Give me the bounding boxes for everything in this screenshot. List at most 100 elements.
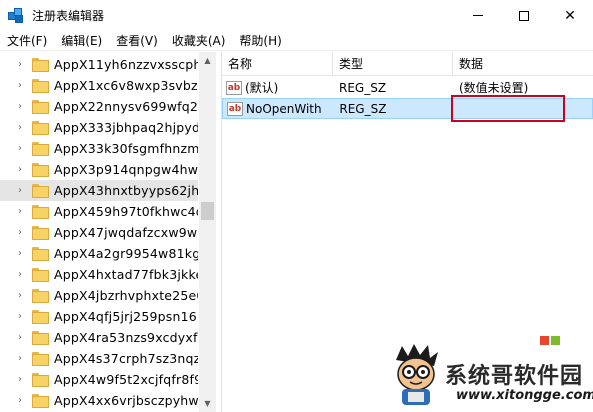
folder-icon bbox=[32, 351, 49, 366]
tree-item[interactable]: › AppX43hnxtbyyps62jhe9sq bbox=[0, 180, 198, 201]
menu-help[interactable]: 帮助(H) bbox=[232, 31, 288, 51]
expand-chevron-icon[interactable]: › bbox=[18, 395, 28, 406]
menu-favorites[interactable]: 收藏夹(A) bbox=[165, 31, 233, 51]
tree-item-label: AppX3p914qnpgw4hwj856 bbox=[54, 162, 198, 177]
tree-item-label: AppX4a2gr9954w81kg9nb bbox=[54, 246, 198, 261]
folder-icon bbox=[32, 204, 49, 219]
value-type: REG_SZ bbox=[339, 101, 387, 116]
tree-item[interactable]: › AppX4ra53nzs9xcdyxf1wgc bbox=[0, 327, 198, 348]
folder-icon bbox=[32, 183, 49, 198]
menu-edit[interactable]: 编辑(E) bbox=[54, 31, 109, 51]
folder-icon bbox=[32, 99, 49, 114]
expand-chevron-icon[interactable]: › bbox=[18, 290, 28, 301]
window-controls: ✕ bbox=[455, 0, 593, 31]
expand-chevron-icon[interactable]: › bbox=[18, 374, 28, 385]
scrollbar-thumb[interactable] bbox=[201, 202, 214, 220]
folder-icon bbox=[32, 288, 49, 303]
tree-item[interactable]: › AppX47jwqdafzcxw9wm0m bbox=[0, 222, 198, 243]
watermark-url: www.xitongge.com bbox=[456, 388, 593, 403]
close-button[interactable]: ✕ bbox=[547, 0, 593, 31]
tree-item[interactable]: › AppX4a2gr9954w81kg9nb bbox=[0, 243, 198, 264]
tree-item[interactable]: › AppX33k30fsgmfhnzmk0n bbox=[0, 138, 198, 159]
tree-item[interactable]: › AppX4qfj5jrj259psn161698 bbox=[0, 306, 198, 327]
expand-chevron-icon[interactable]: › bbox=[18, 143, 28, 154]
watermark-text: 系统哥软件园 bbox=[445, 364, 584, 389]
mascot-logo-icon bbox=[396, 344, 438, 405]
column-header-name[interactable]: 名称 bbox=[222, 52, 333, 76]
tree-item[interactable]: › AppX4hxtad77fbk3jkkeerk bbox=[0, 264, 198, 285]
tree-item[interactable]: › AppX3p914qnpgw4hwj856 bbox=[0, 159, 198, 180]
tree-item-label: AppX22nnysv699wfq2zxc7 bbox=[54, 99, 198, 114]
windows-logo-icon bbox=[540, 336, 564, 352]
tree-item[interactable]: › AppX4s37crph7sz3nqzhj65 bbox=[0, 348, 198, 369]
expand-chevron-icon[interactable]: › bbox=[18, 227, 28, 238]
title-bar: 注册表编辑器 ✕ bbox=[0, 0, 593, 31]
tree-item[interactable]: › AppX459h97t0fkhwc4qhs0 bbox=[0, 201, 198, 222]
expand-chevron-icon[interactable]: › bbox=[18, 185, 28, 196]
expand-chevron-icon[interactable]: › bbox=[18, 122, 28, 133]
watermark: 系统哥软件园 www.xitongge.com bbox=[390, 336, 593, 412]
tree-item[interactable]: › AppX4jbzrhvphxte25e0gxh bbox=[0, 285, 198, 306]
folder-icon bbox=[32, 393, 49, 408]
expand-chevron-icon[interactable]: › bbox=[18, 164, 28, 175]
tree-item[interactable]: › AppX22nnysv699wfq2zxc7 bbox=[0, 96, 198, 117]
folder-icon bbox=[32, 120, 49, 135]
value-data: (数值未设置) bbox=[459, 81, 529, 95]
menu-file[interactable]: 文件(F) bbox=[0, 31, 54, 51]
expand-chevron-icon[interactable]: › bbox=[18, 248, 28, 259]
tree-item-label: AppX459h97t0fkhwc4qhs0 bbox=[54, 204, 198, 219]
annotation-highlight-box bbox=[451, 95, 565, 122]
expand-chevron-icon[interactable]: › bbox=[18, 101, 28, 112]
tree-item-label: AppX4xx6vrjbsczpyhwt8s8y bbox=[54, 393, 198, 408]
menu-bar: 文件(F) 编辑(E) 查看(V) 收藏夹(A) 帮助(H) bbox=[0, 31, 593, 51]
value-type: REG_SZ bbox=[339, 80, 387, 95]
column-header-type[interactable]: 类型 bbox=[333, 52, 453, 76]
tree-item-label: AppX4qfj5jrj259psn161698 bbox=[54, 309, 198, 324]
tree-item-label: AppX43hnxtbyyps62jhe9sq bbox=[54, 183, 198, 198]
minimize-icon bbox=[473, 15, 483, 16]
tree-item[interactable]: › AppX333jbhpaq2hjpyd097 bbox=[0, 117, 198, 138]
value-name: (默认) bbox=[245, 81, 279, 95]
expand-chevron-icon[interactable]: › bbox=[18, 59, 28, 70]
registry-tree: › AppX11yh6nzzvxsscphdw5 › AppX1xc6v8wxp3sv… bbox=[0, 52, 216, 412]
tree-item-label: AppX4s37crph7sz3nqzhj65 bbox=[54, 351, 198, 366]
list-header: 名称 类型 数据 bbox=[222, 52, 593, 76]
folder-icon bbox=[32, 78, 49, 93]
expand-chevron-icon[interactable]: › bbox=[18, 332, 28, 343]
folder-icon bbox=[32, 267, 49, 282]
folder-icon bbox=[32, 225, 49, 240]
scroll-down-arrow-icon[interactable]: ▼ bbox=[199, 395, 216, 412]
tree-item-label: AppX333jbhpaq2hjpyd097 bbox=[54, 120, 198, 135]
window-title: 注册表编辑器 bbox=[32, 9, 105, 23]
value-name: NoOpenWith bbox=[246, 101, 322, 116]
ab-string-icon: ab bbox=[227, 101, 243, 116]
folder-icon bbox=[32, 141, 49, 156]
regedit-app-icon bbox=[8, 7, 24, 24]
scroll-up-arrow-icon[interactable]: ▲ bbox=[199, 52, 216, 69]
expand-chevron-icon[interactable]: › bbox=[18, 353, 28, 364]
expand-chevron-icon[interactable]: › bbox=[18, 311, 28, 322]
tree-item[interactable]: › AppX4xx6vrjbsczpyhwt8s8y bbox=[0, 390, 198, 411]
tree-item[interactable]: › AppX11yh6nzzvxsscphdw5 bbox=[0, 54, 198, 75]
tree-item-label: AppX4ra53nzs9xcdyxf1wgc bbox=[54, 330, 198, 345]
maximize-button[interactable] bbox=[501, 0, 547, 31]
menu-view[interactable]: 查看(V) bbox=[109, 31, 165, 51]
tree-item-label: AppX4w9f5t2xcjfqfr8f90sgf bbox=[54, 372, 198, 387]
expand-chevron-icon[interactable]: › bbox=[18, 206, 28, 217]
tree-item[interactable]: › AppX1xc6v8wxp3svbz8hgc bbox=[0, 75, 198, 96]
column-header-data[interactable]: 数据 bbox=[453, 52, 593, 76]
folder-icon bbox=[32, 57, 49, 72]
expand-chevron-icon[interactable]: › bbox=[18, 269, 28, 280]
ab-string-icon: ab bbox=[226, 80, 242, 95]
tree-item-label: AppX4jbzrhvphxte25e0gxh bbox=[54, 288, 198, 303]
folder-icon bbox=[32, 162, 49, 177]
expand-chevron-icon[interactable]: › bbox=[18, 80, 28, 91]
tree-item[interactable]: › AppX4w9f5t2xcjfqfr8f90sgf bbox=[0, 369, 198, 390]
tree-scrollbar[interactable]: ▲ ▼ bbox=[199, 52, 216, 412]
minimize-button[interactable] bbox=[455, 0, 501, 31]
tree-item-label: AppX4hxtad77fbk3jkkeerk bbox=[54, 267, 198, 282]
folder-icon bbox=[32, 309, 49, 324]
folder-icon bbox=[32, 330, 49, 345]
maximize-icon bbox=[519, 10, 529, 21]
tree-item-label: AppX1xc6v8wxp3svbz8hgc bbox=[54, 78, 198, 93]
